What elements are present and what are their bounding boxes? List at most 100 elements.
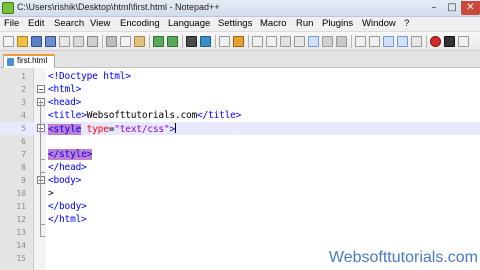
line-number: 7 bbox=[21, 150, 26, 159]
sync-horizontal-icon[interactable] bbox=[266, 36, 277, 47]
title-bar: C:\Users\rishik\Desktop\html\first.html … bbox=[0, 0, 480, 17]
line-number: 11 bbox=[16, 202, 26, 211]
maximize-button[interactable]: □ bbox=[443, 1, 461, 15]
line-number: 2 bbox=[21, 85, 26, 94]
code-line[interactable]: 6 bbox=[0, 135, 480, 148]
cut-icon[interactable] bbox=[106, 36, 117, 47]
window-title: C:\Users\rishik\Desktop\html\first.html … bbox=[17, 2, 220, 12]
play-macro-icon[interactable] bbox=[458, 36, 469, 47]
code-token: </head> bbox=[48, 162, 87, 173]
code-text: </body> bbox=[48, 201, 87, 212]
fold-toggle-icon[interactable] bbox=[37, 98, 45, 106]
copy-icon[interactable] bbox=[120, 36, 131, 47]
fold-toggle-icon[interactable] bbox=[37, 85, 45, 93]
menu-file[interactable]: File bbox=[4, 18, 19, 29]
undo-icon[interactable] bbox=[153, 36, 164, 47]
code-line[interactable]: 11 </body> bbox=[0, 200, 480, 213]
language-icon[interactable] bbox=[322, 36, 333, 47]
menu-plugins[interactable]: Plugins bbox=[322, 18, 353, 29]
fold-guide bbox=[40, 139, 41, 159]
fold-end-mark bbox=[40, 159, 45, 160]
menu-language[interactable]: Language bbox=[168, 18, 210, 29]
fold-end-mark bbox=[40, 224, 45, 225]
function-list-icon[interactable] bbox=[355, 36, 366, 47]
menu-edit[interactable]: Edit bbox=[28, 18, 44, 29]
code-token: <style bbox=[48, 124, 82, 135]
code-token: > bbox=[48, 188, 54, 199]
paste-icon[interactable] bbox=[134, 36, 145, 47]
code-line[interactable]: 9 <body> bbox=[0, 174, 480, 187]
print-icon[interactable] bbox=[87, 36, 98, 47]
redo-icon[interactable] bbox=[167, 36, 178, 47]
code-line[interactable]: 2 <html> bbox=[0, 83, 480, 96]
menu-view[interactable]: View bbox=[90, 18, 110, 29]
fold-toggle-icon[interactable] bbox=[37, 124, 45, 132]
notepadpp-app-icon bbox=[2, 2, 14, 14]
fold-toggle-icon[interactable] bbox=[37, 176, 45, 184]
monitoring-icon[interactable] bbox=[383, 36, 394, 47]
watermark: Websofttutorials.com bbox=[328, 249, 478, 266]
replace-icon[interactable] bbox=[200, 36, 211, 47]
code-token: </html> bbox=[48, 214, 87, 225]
code-text: </html> bbox=[48, 214, 87, 225]
menu-search[interactable]: Search bbox=[54, 18, 84, 29]
new-file-icon[interactable] bbox=[3, 36, 14, 47]
menu-help[interactable]: ? bbox=[404, 18, 409, 29]
toolbar-separator bbox=[102, 35, 103, 48]
code-line[interactable]: 10 > bbox=[0, 187, 480, 200]
code-token: </body> bbox=[48, 201, 87, 212]
code-line[interactable]: 8 </head> bbox=[0, 161, 480, 174]
zoom-in-icon[interactable] bbox=[219, 36, 230, 47]
indent-guide-icon[interactable] bbox=[308, 36, 319, 47]
fold-guide bbox=[40, 192, 41, 224]
code-text: </head> bbox=[48, 162, 87, 173]
menu-encoding[interactable]: Encoding bbox=[120, 18, 160, 29]
code-line[interactable]: 7 </style> bbox=[0, 148, 480, 161]
code-token: <title> bbox=[48, 110, 87, 121]
code-line[interactable]: 3 <head> bbox=[0, 96, 480, 109]
code-line[interactable]: 4 <title>Websofttutorials.com</title> bbox=[0, 109, 480, 122]
minimize-button[interactable]: – bbox=[425, 1, 443, 15]
folder-workspace-icon[interactable] bbox=[369, 36, 380, 47]
sync-vertical-icon[interactable] bbox=[252, 36, 263, 47]
view-icon[interactable] bbox=[411, 36, 422, 47]
record-macro-icon[interactable] bbox=[430, 36, 441, 47]
line-number: 8 bbox=[21, 163, 26, 172]
save-icon[interactable] bbox=[31, 36, 42, 47]
menu-macro[interactable]: Macro bbox=[260, 18, 286, 29]
code-line[interactable]: 12 </html> bbox=[0, 213, 480, 226]
close-file-icon[interactable] bbox=[59, 36, 70, 47]
find-icon[interactable] bbox=[186, 36, 197, 47]
menu-settings[interactable]: Settings bbox=[218, 18, 252, 29]
editor-area[interactable]: 1 <!Doctype html> 2 <html> 3 <head> 4 <title> We… bbox=[0, 68, 480, 270]
line-number: 12 bbox=[16, 215, 26, 224]
code-token: "text/css" bbox=[114, 124, 170, 135]
word-wrap-icon[interactable] bbox=[280, 36, 291, 47]
line-number: 14 bbox=[16, 241, 26, 250]
toolbar-separator bbox=[149, 35, 150, 48]
code-text: <body> bbox=[48, 175, 81, 186]
code-line[interactable]: 13 bbox=[0, 226, 480, 239]
fold-end-mark bbox=[40, 236, 45, 237]
line-number: 15 bbox=[16, 254, 26, 263]
tab-label: first.html bbox=[17, 56, 48, 65]
close-button[interactable]: ✕ bbox=[461, 1, 480, 15]
code-token: </style> bbox=[48, 149, 93, 160]
panel-icon[interactable] bbox=[397, 36, 408, 47]
close-all-icon[interactable] bbox=[73, 36, 84, 47]
show-all-chars-icon[interactable] bbox=[294, 36, 305, 47]
menu-window[interactable]: Window bbox=[362, 18, 396, 29]
line-number: 13 bbox=[16, 228, 26, 237]
toolbar-separator bbox=[248, 35, 249, 48]
menu-run[interactable]: Run bbox=[296, 18, 313, 29]
line-number: 4 bbox=[21, 111, 26, 120]
code-line[interactable]: 1 <!Doctype html> bbox=[0, 70, 480, 83]
open-folder-icon[interactable] bbox=[17, 36, 28, 47]
zoom-out-icon[interactable] bbox=[233, 36, 244, 47]
save-all-icon[interactable] bbox=[45, 36, 56, 47]
code-token: <body> bbox=[48, 175, 82, 186]
tab-first-html[interactable]: first.html bbox=[3, 54, 55, 68]
stop-macro-icon[interactable] bbox=[444, 36, 455, 47]
doc-map-icon[interactable] bbox=[336, 36, 347, 47]
code-line[interactable]: 5 <style type="text/css"> bbox=[0, 122, 480, 135]
